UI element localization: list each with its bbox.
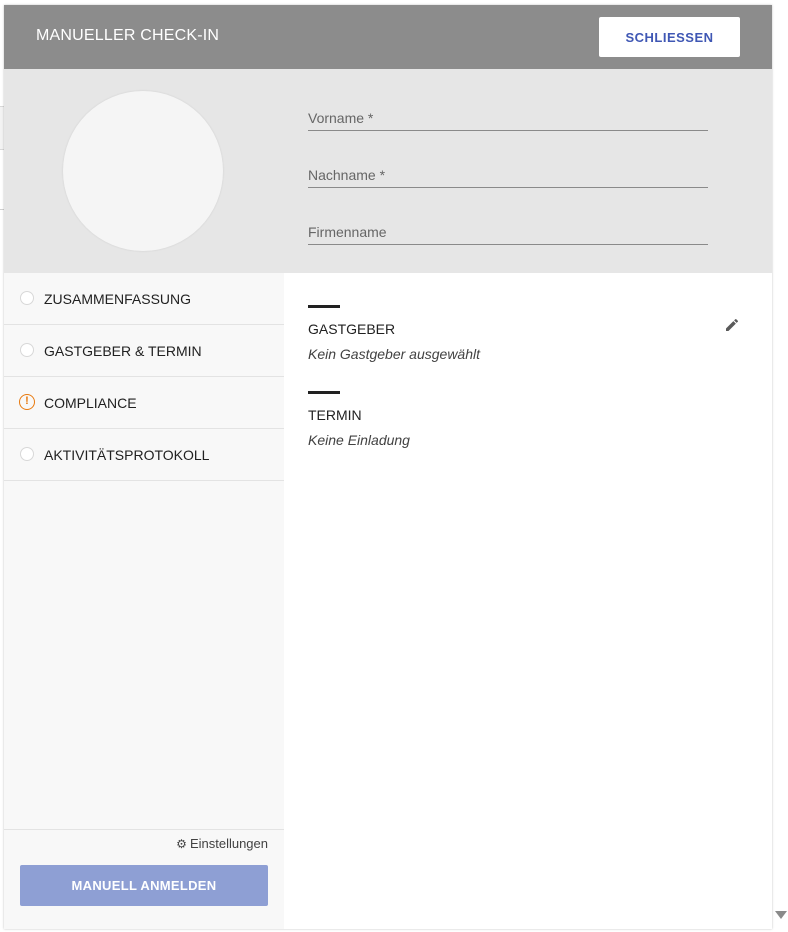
lastname-input[interactable] xyxy=(308,167,708,183)
firstname-input[interactable] xyxy=(308,110,708,126)
sidebar-item-label: COMPLIANCE xyxy=(44,395,137,411)
section-accent-bar xyxy=(308,391,340,394)
dialog-title: MANUELLER CHECK-IN xyxy=(36,27,220,44)
manual-checkin-dialog: MANUELLER CHECK-IN SCHLIESSEN ZUSAMMENFA… xyxy=(4,5,772,929)
step-status-empty-icon xyxy=(20,291,34,305)
lastname-field[interactable] xyxy=(308,147,708,188)
sidebar-item-label: ZUSAMMENFASSUNG xyxy=(44,291,192,307)
settings-link[interactable]: ⚙ Einstellungen xyxy=(176,836,268,851)
step-status-empty-icon xyxy=(20,343,34,357)
summary-panel: GASTGEBER Kein Gastgeber ausgewählt TERM… xyxy=(284,273,772,929)
scroll-down-arrow-icon[interactable] xyxy=(775,911,787,919)
gear-icon: ⚙ xyxy=(176,837,187,851)
dialog-header: MANUELLER CHECK-IN SCHLIESSEN xyxy=(4,5,772,69)
sidebar-item-activity-log[interactable]: AKTIVITÄTSPROTOKOLL xyxy=(4,429,284,481)
host-value: Kein Gastgeber ausgewählt xyxy=(308,346,480,362)
visitor-photo-placeholder[interactable] xyxy=(63,91,223,251)
settings-row: ⚙ Einstellungen xyxy=(4,829,284,859)
sidebar-item-summary[interactable]: ZUSAMMENFASSUNG xyxy=(4,273,284,325)
warning-icon: ! xyxy=(19,394,35,410)
appointment-value: Keine Einladung xyxy=(308,432,410,448)
section-accent-bar xyxy=(308,305,340,308)
settings-label: Einstellungen xyxy=(189,836,268,851)
visitor-identity-panel xyxy=(4,69,772,273)
appointment-section-title: TERMIN xyxy=(308,407,362,423)
sidebar-item-host-appointment[interactable]: GASTGEBER & TERMIN xyxy=(4,325,284,377)
edit-pencil-icon[interactable] xyxy=(724,317,740,333)
checkin-sidebar: ZUSAMMENFASSUNG GASTGEBER & TERMIN ! COM… xyxy=(4,273,284,929)
sidebar-item-label: GASTGEBER & TERMIN xyxy=(44,343,202,359)
firstname-field[interactable] xyxy=(308,90,708,131)
company-input[interactable] xyxy=(308,224,708,240)
sidebar-item-label: AKTIVITÄTSPROTOKOLL xyxy=(44,447,210,463)
company-field[interactable] xyxy=(308,204,708,245)
sidebar-item-compliance[interactable]: ! COMPLIANCE xyxy=(4,377,284,429)
manual-checkin-button[interactable]: MANUELL ANMELDEN xyxy=(20,865,268,906)
step-status-empty-icon xyxy=(20,447,34,461)
close-button[interactable]: SCHLIESSEN xyxy=(599,17,740,57)
host-section-title: GASTGEBER xyxy=(308,321,396,337)
